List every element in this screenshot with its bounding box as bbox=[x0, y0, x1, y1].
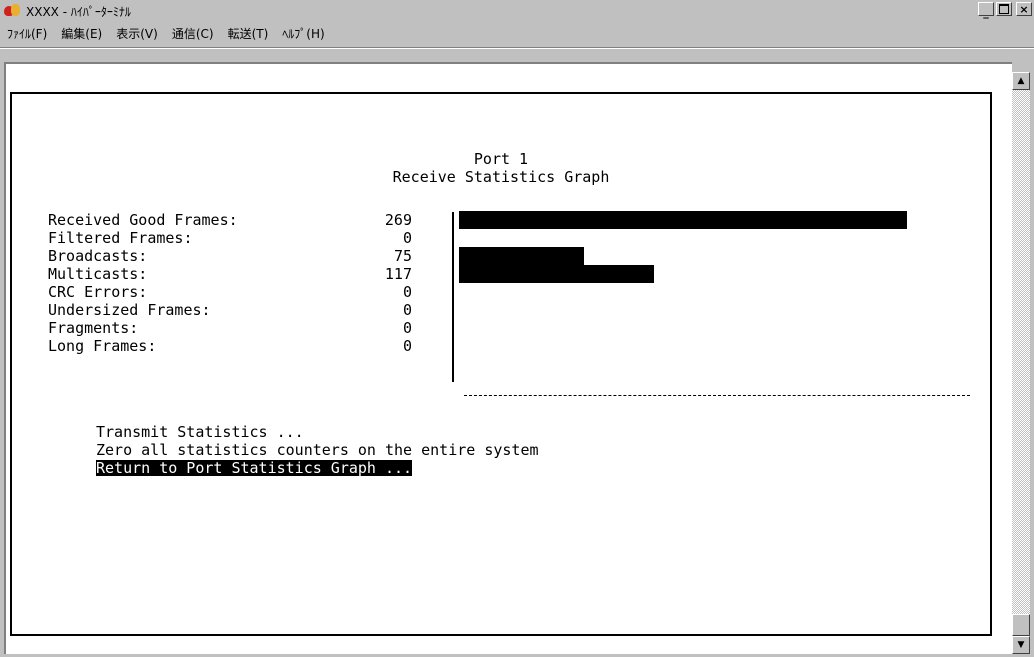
stat-value-crc-errors: 0 bbox=[402, 283, 412, 301]
scroll-down-button[interactable]: ▼ bbox=[1012, 636, 1030, 654]
close-icon: × bbox=[1019, 2, 1029, 16]
stat-value-broadcasts: 75 bbox=[393, 247, 412, 265]
minimize-button[interactable]: _ bbox=[978, 2, 994, 19]
page-title: Receive Statistics Graph bbox=[392, 168, 610, 186]
menu-view[interactable]: 表示(V) bbox=[109, 25, 165, 42]
hyperterminal-app-icon[interactable] bbox=[4, 3, 22, 19]
menu-communication[interactable]: 通信(C) bbox=[165, 25, 221, 42]
stat-value-filtered-frames: 0 bbox=[402, 229, 412, 247]
menu-transfer[interactable]: 転送(T) bbox=[221, 25, 276, 42]
stat-label-multicasts: Multicasts: bbox=[48, 265, 148, 283]
stat-label-long-frames: Long Frames: bbox=[48, 337, 157, 355]
window-controls: _ × bbox=[978, 2, 1032, 19]
stat-value-undersized-frames: 0 bbox=[402, 301, 412, 319]
bar-broadcasts bbox=[459, 247, 584, 265]
menu-edit[interactable]: 編集(E) bbox=[54, 25, 109, 42]
stat-label-filtered-frames: Filtered Frames: bbox=[48, 229, 193, 247]
stat-value-multicasts: 117 bbox=[384, 265, 412, 283]
graph-axis-line bbox=[452, 212, 454, 382]
stat-value-fragments: 0 bbox=[402, 319, 412, 337]
hyperterminal-window: XXXX - ﾊｲﾊﾟｰﾀｰﾐﾅﾙ _ × ﾌｧｲﾙ(F) 編集(E) 表示(V… bbox=[0, 0, 1034, 657]
stat-label-undersized-frames: Undersized Frames: bbox=[48, 301, 211, 319]
bar-multicasts bbox=[459, 265, 654, 283]
stat-value-received-good-frames: 269 bbox=[384, 211, 412, 229]
vertical-scrollbar[interactable]: ▲ ▼ bbox=[1012, 72, 1030, 654]
terminal-client-area[interactable]: Port 1 Receive Statistics Graph Received… bbox=[4, 62, 1012, 654]
menu-file[interactable]: ﾌｧｲﾙ(F) bbox=[0, 25, 54, 42]
menu-bar: ﾌｧｲﾙ(F) 編集(E) 表示(V) 通信(C) 転送(T) ﾍﾙﾌﾟ(H) bbox=[0, 22, 1034, 44]
triangle-down-icon: ▼ bbox=[1017, 640, 1025, 650]
terminal-screen[interactable]: Port 1 Receive Statistics Graph Received… bbox=[10, 92, 992, 636]
bar-received-good-frames bbox=[459, 211, 907, 229]
scroll-up-button[interactable]: ▲ bbox=[1012, 72, 1030, 90]
option-zero-all-counters[interactable]: Zero all statistics counters on the enti… bbox=[96, 442, 539, 458]
graph-baseline bbox=[464, 395, 970, 396]
menu-help[interactable]: ﾍﾙﾌﾟ(H) bbox=[275, 25, 331, 42]
stat-label-crc-errors: CRC Errors: bbox=[48, 283, 148, 301]
close-button[interactable]: × bbox=[1016, 2, 1032, 16]
minimize-icon: _ bbox=[983, 5, 989, 19]
option-transmit-statistics[interactable]: Transmit Statistics ... bbox=[96, 424, 304, 440]
page-title-port: Port 1 bbox=[473, 150, 529, 168]
triangle-up-icon: ▲ bbox=[1017, 76, 1025, 86]
window-title: XXXX - ﾊｲﾊﾟｰﾀｰﾐﾅﾙ bbox=[26, 4, 131, 19]
scroll-thumb[interactable] bbox=[1012, 614, 1030, 636]
stat-label-broadcasts: Broadcasts: bbox=[48, 247, 148, 265]
stat-label-received-good-frames: Received Good Frames: bbox=[48, 211, 238, 229]
maximize-button[interactable] bbox=[996, 2, 1012, 16]
title-bar[interactable]: XXXX - ﾊｲﾊﾟｰﾀｰﾐﾅﾙ _ × bbox=[0, 0, 1034, 22]
toolbar-separator bbox=[0, 47, 1034, 49]
option-return-to-port-statistics-graph[interactable]: Return to Port Statistics Graph ... bbox=[96, 460, 413, 476]
maximize-icon bbox=[999, 4, 1009, 14]
stat-value-long-frames: 0 bbox=[402, 337, 412, 355]
stat-label-fragments: Fragments: bbox=[48, 319, 139, 337]
